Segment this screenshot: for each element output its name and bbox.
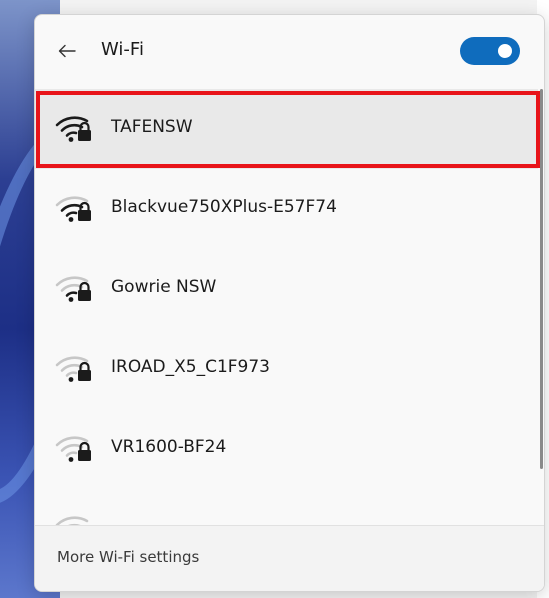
back-arrow-icon [58,44,76,58]
back-button[interactable] [53,37,81,65]
network-item-gowrie[interactable]: Gowrie NSW [35,249,538,329]
wifi-secured-icon [55,436,91,462]
page-title: Wi-Fi [101,39,144,60]
network-item-partial[interactable] [35,489,538,525]
more-wifi-settings-link[interactable]: More Wi-Fi settings [57,548,199,566]
network-name: TAFENSW [111,117,193,137]
wifi-toggle[interactable] [460,37,520,65]
wifi-secured-icon [55,116,91,142]
flyout-footer: More Wi-Fi settings [35,525,544,591]
network-name: IROAD_X5_C1F973 [111,357,271,377]
toggle-knob [498,44,512,58]
wifi-secured-icon [55,356,91,382]
wifi-flyout: Wi-Fi TAFENSW Blackvue750XPlus-E57F74 Go… [34,14,545,592]
wifi-secured-icon [55,196,91,222]
wifi-header: Wi-Fi [35,15,544,89]
wifi-icon [55,516,89,525]
wifi-secured-icon [55,276,91,302]
network-item-vr1600[interactable]: VR1600-BF24 [35,409,538,489]
network-name: Blackvue750XPlus-E57F74 [111,197,337,217]
network-name: Gowrie NSW [111,277,217,297]
network-item-blackvue[interactable]: Blackvue750XPlus-E57F74 [35,169,538,249]
network-list: TAFENSW Blackvue750XPlus-E57F74 Gowrie N… [35,89,544,525]
network-item-tafensw[interactable]: TAFENSW [35,89,540,169]
network-name: VR1600-BF24 [111,437,227,457]
network-item-iroad[interactable]: IROAD_X5_C1F973 [35,329,538,409]
list-scrollbar[interactable] [540,89,543,469]
